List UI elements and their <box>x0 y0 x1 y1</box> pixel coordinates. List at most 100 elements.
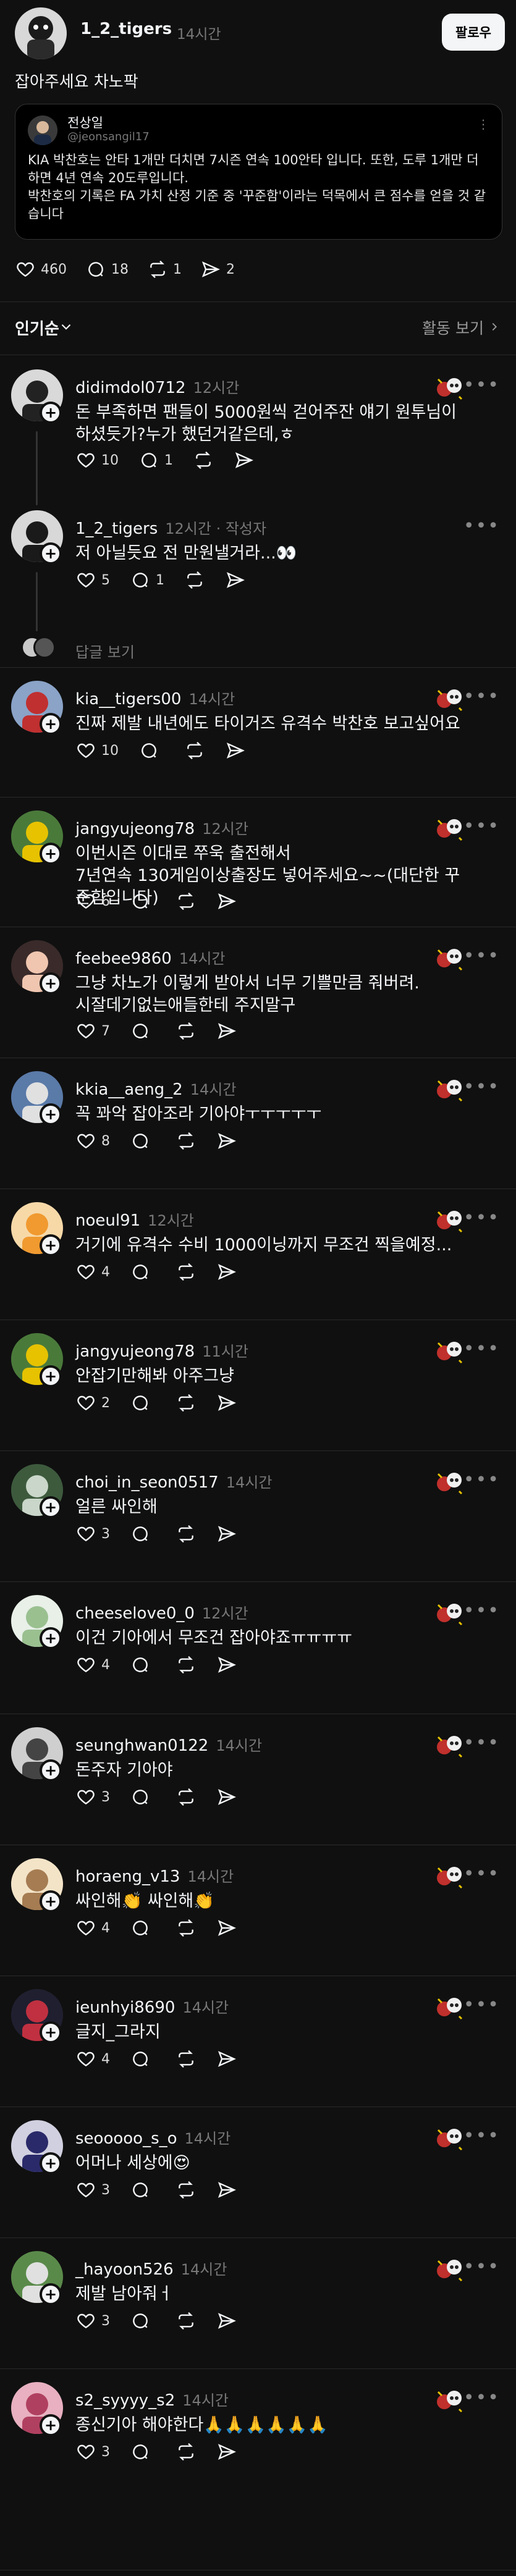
comment-button[interactable]: 18 <box>85 259 129 280</box>
plus-icon[interactable]: + <box>40 542 62 565</box>
chevron-down-icon[interactable] <box>58 319 74 335</box>
plus-icon[interactable]: + <box>40 2414 62 2436</box>
share-button[interactable] <box>216 2048 237 2069</box>
more-icon[interactable]: ••• <box>463 686 500 707</box>
plus-icon[interactable]: + <box>40 1890 62 1913</box>
repost-button[interactable] <box>176 2048 197 2069</box>
share-button[interactable] <box>216 2441 237 2462</box>
plus-icon[interactable]: + <box>40 713 62 735</box>
like-button[interactable]: 6 <box>75 891 110 912</box>
plus-icon[interactable]: + <box>40 843 62 865</box>
like-button[interactable]: 3 <box>75 1787 110 1808</box>
plus-icon[interactable]: + <box>40 1103 62 1126</box>
more-icon[interactable]: ••• <box>463 2125 500 2147</box>
repost-button[interactable] <box>176 2441 197 2462</box>
share-button[interactable] <box>216 1523 237 1544</box>
view-replies-link[interactable]: 답글 보기 <box>75 640 135 662</box>
plus-icon[interactable]: + <box>40 2283 62 2305</box>
reply-username-text[interactable]: seunghwan0122 <box>75 1736 208 1755</box>
plus-icon[interactable]: + <box>40 1234 62 1256</box>
like-button[interactable]: 4 <box>75 2048 110 2069</box>
reply-username-text[interactable]: seooooo_s_o <box>75 2129 177 2148</box>
reply-username-text[interactable]: ieunhyi8690 <box>75 1998 175 2017</box>
comment-button[interactable] <box>130 1261 156 1282</box>
more-icon[interactable]: ••• <box>463 1732 500 1754</box>
reply-username-text[interactable]: didimdol0712 <box>75 379 186 397</box>
reply-username[interactable]: horaeng_v13 14시간 <box>75 1864 234 1886</box>
quoted-post[interactable]: 전상일 @jeonsangil17 ⋮ KIA 박찬호는 안타 1개만 더치면 … <box>15 104 502 240</box>
repost-button[interactable] <box>193 450 214 471</box>
share-button[interactable]: 2 <box>200 259 235 280</box>
reply-username[interactable]: s2_syyyy_s2 14시간 <box>75 2388 229 2410</box>
repost-button[interactable] <box>176 1130 197 1151</box>
more-icon[interactable]: ••• <box>463 515 500 537</box>
reply-username[interactable]: cheeselove0_0 12시간 <box>75 1601 248 1623</box>
more-icon[interactable]: ••• <box>463 1338 500 1360</box>
comment-button[interactable] <box>130 2310 156 2331</box>
reply-username[interactable]: feebee9860 14시간 <box>75 946 226 968</box>
reply-username-text[interactable]: cheeselove0_0 <box>75 1604 195 1623</box>
repost-button[interactable] <box>176 1787 197 1808</box>
like-button[interactable]: 10 <box>75 450 119 471</box>
activity-link[interactable]: 활동 보기 <box>422 316 484 339</box>
repost-button[interactable] <box>176 891 197 912</box>
like-button[interactable]: 5 <box>75 570 110 591</box>
reply-username[interactable]: seunghwan0122 14시간 <box>75 1733 262 1755</box>
sort-dropdown-label[interactable]: 인기순 <box>15 316 59 339</box>
comment-button[interactable] <box>130 2179 156 2200</box>
reply-username[interactable]: kkia__aeng_2 14시간 <box>75 1077 236 1099</box>
plus-icon[interactable]: + <box>40 402 62 424</box>
reply-username-text[interactable]: choi_in_seon0517 <box>75 1473 219 1492</box>
more-icon[interactable]: ••• <box>463 815 500 837</box>
reply-username[interactable]: seooooo_s_o 14시간 <box>75 2126 231 2148</box>
reply-username-text[interactable]: horaeng_v13 <box>75 1867 180 1886</box>
like-button[interactable]: 4 <box>75 1654 110 1675</box>
like-button[interactable]: 4 <box>75 1917 110 1938</box>
more-icon[interactable]: ••• <box>463 1469 500 1491</box>
reply-username[interactable]: didimdol0712 12시간 <box>75 376 239 397</box>
comment-button[interactable] <box>130 1392 156 1413</box>
comment-button[interactable] <box>130 2441 156 2462</box>
more-icon[interactable]: ⋮ <box>477 117 489 132</box>
reply-username-text[interactable]: noeul91 <box>75 1211 140 1230</box>
more-icon[interactable]: ••• <box>463 1994 500 2016</box>
post-username[interactable]: 1_2_tigers <box>80 20 172 38</box>
plus-icon[interactable]: + <box>40 1759 62 1782</box>
like-button[interactable]: 3 <box>75 2441 110 2462</box>
comment-button[interactable] <box>130 1523 156 1544</box>
share-button[interactable] <box>216 2179 237 2200</box>
comment-button[interactable] <box>130 2048 156 2069</box>
reply-username[interactable]: kia__tigers00 14시간 <box>75 687 235 709</box>
share-button[interactable] <box>216 1261 237 1282</box>
share-button[interactable] <box>216 1787 237 1808</box>
like-button[interactable]: 3 <box>75 2179 110 2200</box>
like-button[interactable]: 4 <box>75 1261 110 1282</box>
comment-button[interactable] <box>130 1787 156 1808</box>
share-button[interactable] <box>216 891 237 912</box>
avatar[interactable] <box>15 7 67 59</box>
reply-username-text[interactable]: jangyujeong78 <box>75 820 195 838</box>
more-icon[interactable]: ••• <box>463 1076 500 1098</box>
repost-button[interactable]: 1 <box>147 259 182 280</box>
like-button[interactable]: 2 <box>75 1392 110 1413</box>
more-icon[interactable]: ••• <box>463 945 500 967</box>
like-button[interactable]: 3 <box>75 2310 110 2331</box>
repost-button[interactable] <box>176 1021 197 1042</box>
share-button[interactable] <box>216 1654 237 1675</box>
share-button[interactable] <box>225 740 246 761</box>
repost-button[interactable] <box>184 740 205 761</box>
like-button[interactable]: 3 <box>75 1523 110 1544</box>
repost-button[interactable] <box>176 2179 197 2200</box>
more-icon[interactable]: ••• <box>463 2256 500 2278</box>
plus-icon[interactable]: + <box>40 972 62 995</box>
reply-username[interactable]: choi_in_seon0517 14시간 <box>75 1470 272 1492</box>
comment-button[interactable] <box>130 1654 156 1675</box>
like-button[interactable]: 10 <box>75 740 119 761</box>
comment-button[interactable] <box>130 891 156 912</box>
reply-username[interactable]: 1_2_tigers 12시간 · 작성자 <box>75 516 266 538</box>
plus-icon[interactable]: + <box>40 1496 62 1518</box>
follow-button[interactable]: 팔로우 <box>442 14 505 51</box>
reply-username-text[interactable]: feebee9860 <box>75 949 172 968</box>
comment-button[interactable] <box>130 1130 156 1151</box>
like-button[interactable]: 7 <box>75 1021 110 1042</box>
